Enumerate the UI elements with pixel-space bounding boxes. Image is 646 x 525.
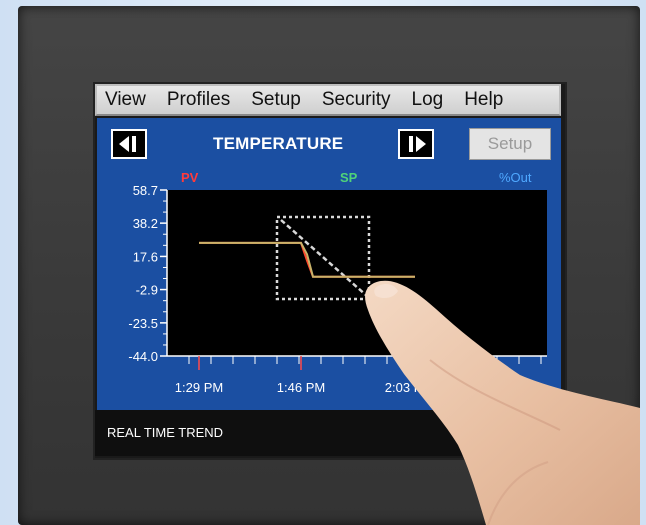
finger-hand-overlay (365, 280, 640, 525)
